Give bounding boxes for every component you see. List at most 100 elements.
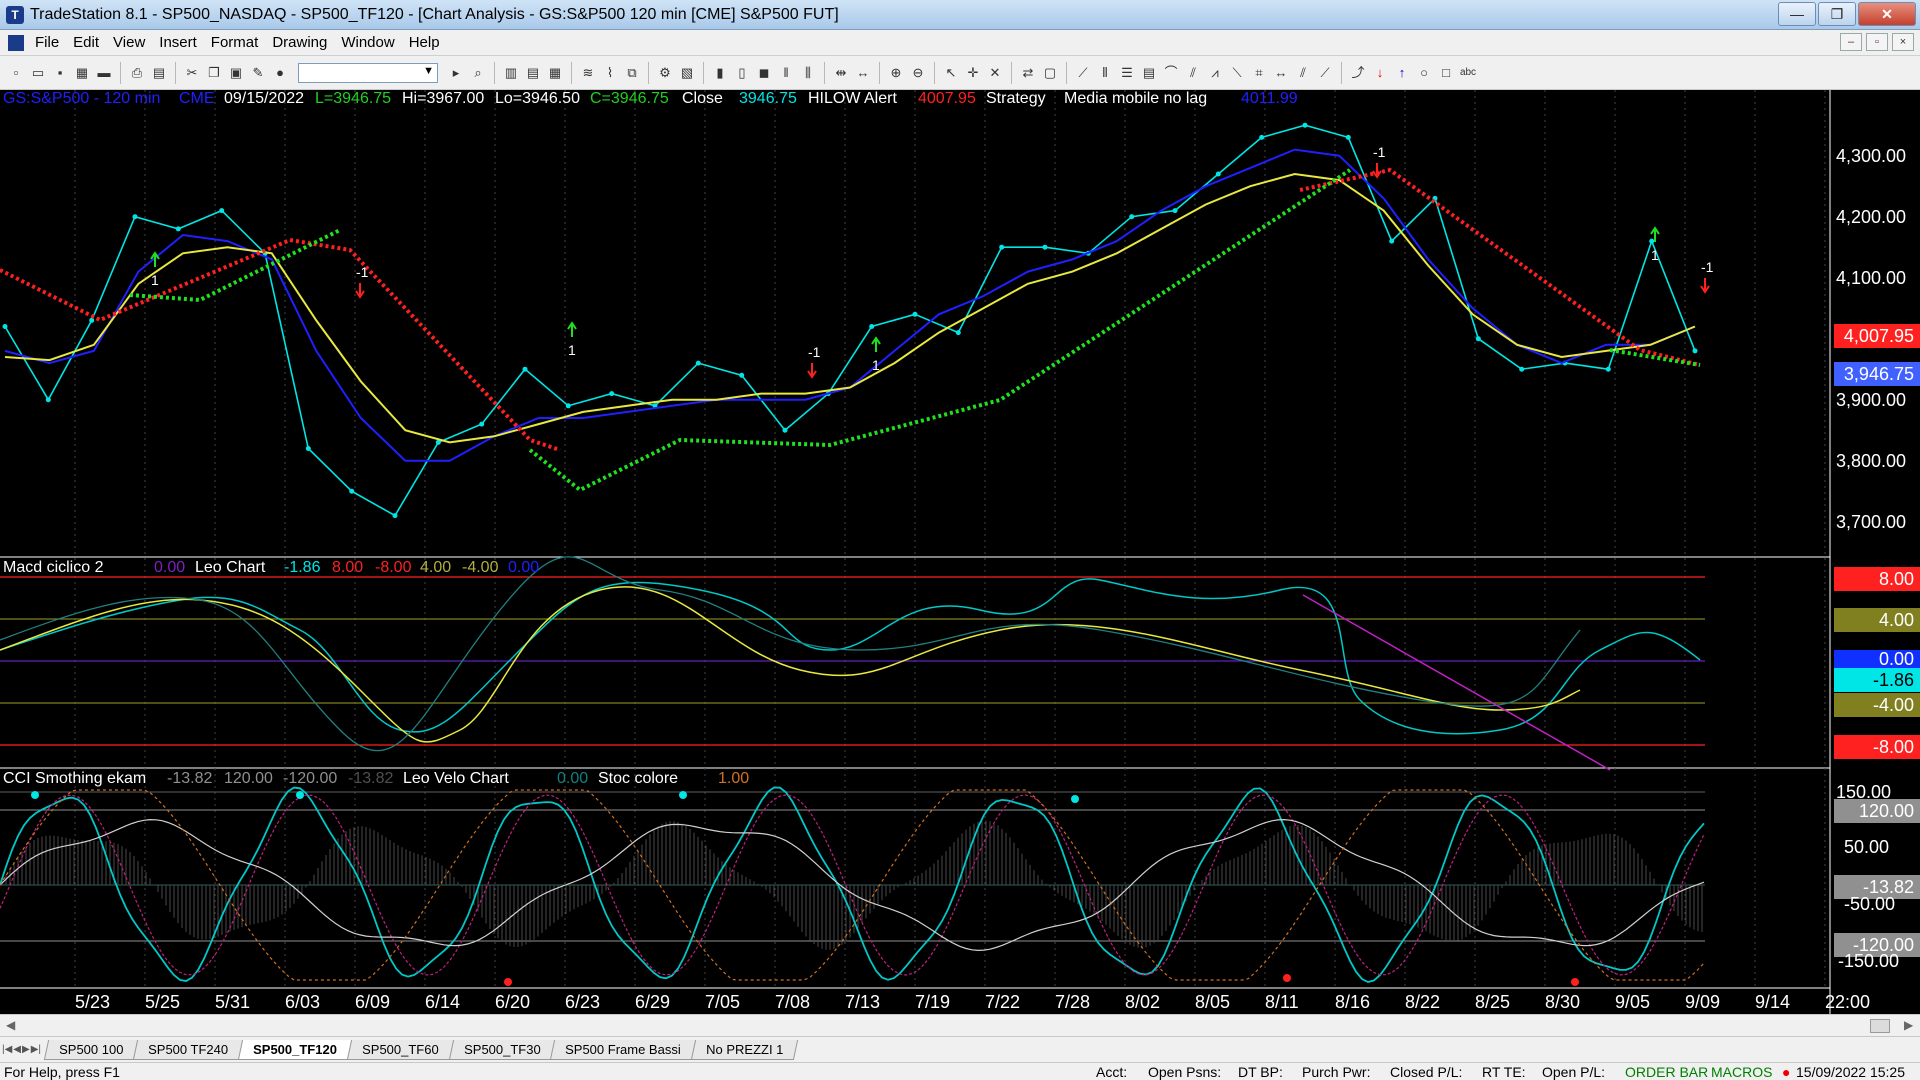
bar-chart-icon[interactable]: ▮ (710, 63, 730, 83)
fib-icon[interactable]: ⫽ (1183, 63, 1203, 83)
menu-format[interactable]: Format (204, 34, 266, 51)
menu-view[interactable]: View (106, 34, 152, 51)
speedline-icon[interactable]: ⟍ (1227, 63, 1247, 83)
open-icon[interactable]: ▭ (28, 63, 48, 83)
lock-icon[interactable]: ▣ (226, 63, 246, 83)
horizontal-scrollbar[interactable]: ◀ ▶ (0, 1014, 1920, 1036)
andrews-icon[interactable]: ⩘ (1205, 63, 1225, 83)
chart-window-icon[interactable] (8, 34, 24, 51)
zoom-out-icon[interactable]: ⊖ (908, 63, 928, 83)
freehand-icon[interactable]: ⤴ (1348, 63, 1368, 83)
menu-edit[interactable]: Edit (66, 34, 106, 51)
scroll-thumb[interactable] (1870, 1019, 1890, 1033)
tab-sp500-tf120[interactable]: SP500_TF120 (238, 1039, 353, 1060)
tab-prev-icon[interactable]: ◀ (13, 1044, 21, 1055)
cci-signal-dot (296, 791, 304, 799)
minimize-button[interactable]: — (1778, 2, 1816, 26)
scanner-icon[interactable]: ≋ (578, 63, 598, 83)
macro-record-icon[interactable]: ● (1782, 1064, 1790, 1080)
indicator-icon[interactable]: ⌇ (600, 63, 620, 83)
status-order-bar[interactable]: ORDER BAR (1625, 1064, 1708, 1080)
tab-sp500-tf30[interactable]: SP500_TF30 (448, 1039, 556, 1060)
hlines-icon[interactable]: ☰ (1117, 63, 1137, 83)
crosshair-icon[interactable]: ✛ (963, 63, 983, 83)
menu-insert[interactable]: Insert (152, 34, 204, 51)
vlines-icon[interactable]: ⦀ (1095, 63, 1115, 83)
regression-icon[interactable]: ⟋ (1315, 63, 1335, 83)
maximize-button[interactable]: ❐ (1818, 2, 1856, 26)
macro-icon[interactable]: ● (270, 63, 290, 83)
play-icon[interactable]: ▸ (446, 63, 466, 83)
tab-no-prezzi[interactable]: No PREZZI 1 (690, 1039, 799, 1060)
tab-first-icon[interactable]: |◀ (2, 1044, 12, 1055)
symbol-combobox[interactable]: ▼ (298, 62, 438, 83)
status-purch-pwr: Purch Pwr: (1302, 1064, 1371, 1080)
parallel-icon[interactable]: ⫽ (1293, 63, 1313, 83)
text-tool-icon[interactable]: abc (1458, 63, 1478, 83)
columns-icon[interactable]: ⫼ (798, 63, 818, 83)
chat-icon[interactable]: ▢ (1040, 63, 1060, 83)
order-icon[interactable]: ⇄ (1018, 63, 1038, 83)
rectangle-icon[interactable]: □ (1436, 63, 1456, 83)
tab-sp500-tf60[interactable]: SP500_TF60 (347, 1039, 454, 1060)
print-icon[interactable]: ⎙ (127, 63, 147, 83)
price-point (392, 513, 398, 519)
zoom-tool-icon[interactable]: ⌕ (468, 63, 488, 83)
up-arrow-icon[interactable]: ↑ (1392, 63, 1412, 83)
scroll-icon[interactable]: ↔ (853, 63, 873, 83)
date-label: 8/25 (1475, 992, 1511, 1012)
arrows-icon[interactable]: ↔ (1271, 63, 1291, 83)
tab-next-icon[interactable]: ▶ (22, 1044, 30, 1055)
bars-icon[interactable]: ‖ (776, 63, 796, 83)
arc-icon[interactable]: ⌒ (1161, 63, 1181, 83)
chart-area[interactable]: 1 -1 1 -1 1 -1 1 -1 GS:S&P500 - 120 min CME 09/… (0, 90, 1920, 1036)
folder-icon[interactable]: ▬ (94, 63, 114, 83)
optimizer-icon[interactable]: ⚙ (655, 63, 675, 83)
down-arrow-icon[interactable]: ↓ (1370, 63, 1390, 83)
workspace-icon[interactable]: ▦ (72, 63, 92, 83)
cut-icon[interactable]: ✂ (182, 63, 202, 83)
tab-sp500-frame-bassi[interactable]: SP500 Frame Bassi (550, 1039, 697, 1060)
channel-icon[interactable]: ▤ (1139, 63, 1159, 83)
tradestation-icon[interactable]: T (6, 5, 24, 24)
pointer-icon[interactable]: ↖ (941, 63, 961, 83)
report-icon[interactable]: ▧ (677, 63, 697, 83)
date-label: 6/09 (355, 992, 391, 1012)
mdi-restore-button[interactable]: ▫ (1866, 33, 1888, 51)
status-macros[interactable]: MACROS (1711, 1064, 1772, 1080)
price-series-line (4, 124, 1696, 517)
copy-icon[interactable]: ❐ (204, 63, 224, 83)
ellipse-icon[interactable]: ○ (1414, 63, 1434, 83)
zoom-in-icon[interactable]: ⊕ (886, 63, 906, 83)
menu-help[interactable]: Help (402, 34, 447, 51)
tab-navigation[interactable]: |◀ ◀ ▶ ▶| (2, 1044, 41, 1055)
tab-sp500-100[interactable]: SP500 100 (43, 1039, 139, 1060)
radar-icon[interactable]: ▤ (523, 63, 543, 83)
trendline-icon[interactable]: ⟋ (1073, 63, 1093, 83)
scroll-right-icon[interactable]: ▶ (1904, 1018, 1913, 1032)
candle-icon[interactable]: ▯ (732, 63, 752, 83)
price-point (132, 214, 138, 220)
pencil-icon[interactable]: ✎ (248, 63, 268, 83)
scroll-left-icon[interactable]: ◀ (6, 1018, 15, 1032)
mdi-minimize-button[interactable]: – (1840, 33, 1862, 51)
tab-sp500-tf240[interactable]: SP500 TF240 (133, 1039, 244, 1060)
tab-last-icon[interactable]: ▶| (31, 1044, 41, 1055)
menu-drawing[interactable]: Drawing (265, 34, 334, 51)
matrix-icon[interactable]: ▦ (545, 63, 565, 83)
menu-file[interactable]: File (28, 34, 66, 51)
strategy-icon[interactable]: ⧉ (622, 63, 642, 83)
new-icon[interactable]: ▫ (6, 63, 26, 83)
save-icon[interactable]: ▪ (50, 63, 70, 83)
print-preview-icon[interactable]: ▤ (149, 63, 169, 83)
date-label: 9/14 (1755, 992, 1791, 1012)
gann-icon[interactable]: ⌗ (1249, 63, 1269, 83)
alert-icon[interactable]: ◼ (754, 63, 774, 83)
mdi-close-button[interactable]: × (1892, 33, 1914, 51)
menu-window[interactable]: Window (334, 34, 401, 51)
expand-icon[interactable]: ⇹ (831, 63, 851, 83)
chart-canvas[interactable]: 1 -1 1 -1 1 -1 1 -1 (0, 90, 1920, 1014)
tools-icon[interactable]: ✕ (985, 63, 1005, 83)
close-button[interactable]: ✕ (1858, 2, 1916, 26)
chart-icon[interactable]: ▥ (501, 63, 521, 83)
